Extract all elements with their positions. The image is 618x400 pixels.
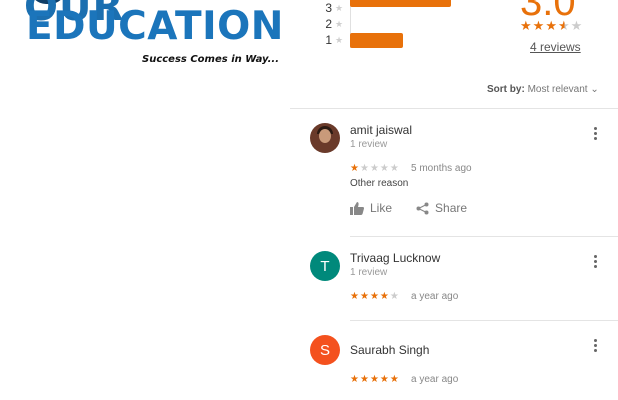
more-options-icon[interactable] xyxy=(590,339,600,352)
logo-tagline: Success Comes in Way... xyxy=(142,54,280,65)
company-logo: OUR EDUCATION Success Comes in Way... xyxy=(24,0,283,72)
reviews-count-link[interactable]: 4 reviews xyxy=(530,40,581,54)
star-filled-icon: ★ xyxy=(369,374,380,385)
divider xyxy=(290,108,618,109)
star-icon: ★ xyxy=(335,18,344,29)
histogram-bar-3 xyxy=(350,0,451,7)
star-filled-icon: ★ xyxy=(369,291,380,302)
sort-value: Most relevant xyxy=(527,84,588,95)
review-time: a year ago xyxy=(411,374,459,385)
review-actions: Like Share xyxy=(350,201,467,215)
overall-stars: ★★★★★ xyxy=(520,18,583,34)
review-time: a year ago xyxy=(411,291,459,302)
star-icon: ★ xyxy=(335,34,344,45)
share-button[interactable]: Share xyxy=(416,201,467,215)
star-half-icon: ★ xyxy=(557,18,571,33)
star-filled-icon: ★ xyxy=(389,374,400,385)
histogram-label: 1 xyxy=(325,33,332,47)
thumb-up-icon xyxy=(350,201,364,215)
star-filled-icon: ★ xyxy=(379,374,390,385)
chevron-down-icon: ⌄ xyxy=(590,84,599,95)
sort-label: Sort by: xyxy=(487,84,525,95)
review-stars: ★★★★★ xyxy=(350,374,400,385)
reviewer-name[interactable]: Trivaag Lucknow xyxy=(350,251,440,265)
star-empty-icon: ★ xyxy=(389,163,400,174)
avatar-letter: T xyxy=(320,257,330,275)
star-filled-icon: ★ xyxy=(379,291,390,302)
like-button[interactable]: Like xyxy=(350,201,392,215)
avatar[interactable]: S xyxy=(310,335,340,365)
review-time: 5 months ago xyxy=(411,163,472,174)
star-filled-icon: ★ xyxy=(359,374,370,385)
review-card: T Trivaag Lucknow 1 review ★★★★★ a year … xyxy=(310,251,610,311)
star-filled-icon: ★ xyxy=(350,163,360,174)
sort-dropdown[interactable]: Sort by: Most relevant ⌄ xyxy=(487,84,599,95)
histogram-label: 3 xyxy=(325,1,332,15)
star-filled-icon: ★ xyxy=(350,291,360,302)
rating-histogram: 3 ★ 2 ★ 1 ★ xyxy=(322,0,451,50)
review-stars: ★★★★★ xyxy=(350,291,400,302)
histogram-row-2: 2 ★ xyxy=(322,16,343,32)
histogram-row-1: 1 ★ xyxy=(322,32,343,48)
review-text: Other reason xyxy=(350,178,409,189)
avatar[interactable]: T xyxy=(310,251,340,281)
star-empty-icon: ★ xyxy=(379,163,390,174)
review-card: amit jaiswal 1 review ★★★★★ 5 months ago… xyxy=(310,123,610,233)
star-empty-icon: ★ xyxy=(359,163,370,174)
star-filled-icon: ★ xyxy=(359,291,370,302)
like-label: Like xyxy=(370,201,393,215)
star-empty-icon: ★ xyxy=(570,18,584,33)
histogram-bar-1 xyxy=(350,33,403,48)
share-label: Share xyxy=(435,201,468,215)
avatar-letter: S xyxy=(319,341,330,359)
star-filled-icon: ★ xyxy=(520,18,533,33)
histogram-row-3: 3 ★ xyxy=(322,0,343,16)
more-options-icon[interactable] xyxy=(590,255,600,268)
reviewer-review-count: 1 review xyxy=(350,139,388,150)
logo-line2: EDUCATION xyxy=(26,4,284,49)
star-filled-icon: ★ xyxy=(532,18,546,33)
divider xyxy=(350,320,618,321)
share-icon xyxy=(416,202,429,214)
star-filled-icon: ★ xyxy=(545,18,558,33)
reviewer-name[interactable]: amit jaiswal xyxy=(350,123,412,137)
star-empty-icon: ★ xyxy=(389,291,400,302)
histogram-label: 2 xyxy=(325,17,332,31)
star-empty-icon: ★ xyxy=(369,163,380,174)
star-icon: ★ xyxy=(335,2,344,13)
reviewer-review-count: 1 review xyxy=(350,267,388,278)
review-stars: ★★★★★ xyxy=(350,163,400,174)
more-options-icon[interactable] xyxy=(590,127,600,140)
review-card: S Saurabh Singh ★★★★★ a year ago xyxy=(310,335,610,395)
divider xyxy=(350,236,618,237)
star-filled-icon: ★ xyxy=(350,374,360,385)
reviewer-name[interactable]: Saurabh Singh xyxy=(350,343,429,357)
avatar[interactable] xyxy=(310,123,340,153)
